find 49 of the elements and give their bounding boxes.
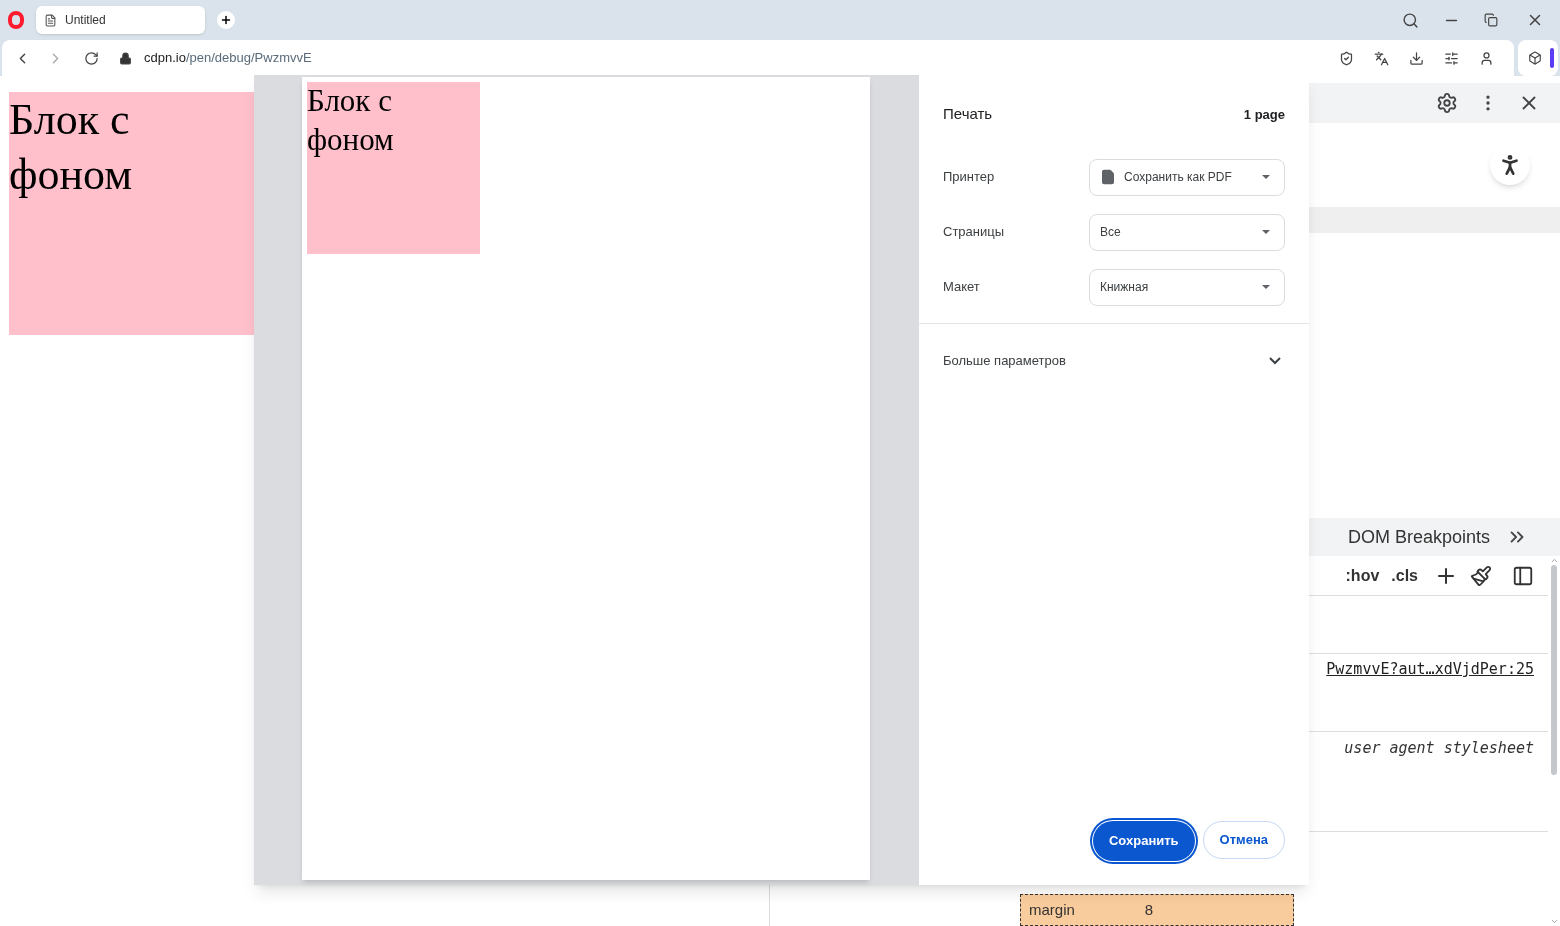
restore-icon[interactable]	[1484, 13, 1498, 27]
dialog-title: Печать	[943, 104, 993, 124]
select-field[interactable]: Сохранить как PDF	[1089, 158, 1285, 196]
style-toggle[interactable]: .cls	[1391, 563, 1418, 588]
search-icon[interactable]	[1402, 11, 1419, 29]
new-tab-button[interactable]	[217, 11, 235, 29]
chevron-down-icon	[1269, 356, 1281, 365]
select-field[interactable]: Все	[1089, 213, 1285, 251]
sidebar-indicator	[1550, 48, 1554, 68]
document-icon	[1100, 169, 1116, 185]
url-text[interactable]: cdpn.io/pen/debug/PwzmvvE	[144, 48, 312, 68]
sidebar-toggle-icon[interactable]	[1512, 564, 1534, 587]
tab-title: Untitled	[65, 12, 106, 29]
translate-icon[interactable]	[1374, 50, 1389, 66]
block-text: Блок с фоном	[307, 83, 394, 157]
shield-icon[interactable]	[1339, 50, 1354, 66]
field-label: Макет	[943, 278, 981, 297]
reload-icon[interactable]	[84, 50, 99, 66]
profile-icon[interactable]	[1479, 50, 1494, 66]
stylesheet-origin: user agent stylesheet	[1344, 738, 1534, 759]
select-value: Сохранить как PDF	[1124, 169, 1233, 186]
dropdown-caret-icon	[1262, 285, 1270, 289]
lock-icon	[119, 51, 132, 65]
block-text: Блок с фоном	[9, 95, 133, 199]
dropdown-caret-icon	[1262, 230, 1270, 234]
paint-icon[interactable]	[1470, 564, 1492, 587]
settings-icon[interactable]	[1444, 50, 1459, 66]
source-link[interactable]: PwzmvvE?aut…xdVjdPer:25	[1326, 658, 1534, 731]
browser-tab[interactable]: Untitled	[36, 6, 205, 34]
select-field[interactable]: Книжная	[1089, 268, 1285, 306]
devtools-tab[interactable]: DOM Breakpoints	[1347, 523, 1490, 551]
download-icon[interactable]	[1409, 50, 1424, 66]
plus-icon	[220, 14, 232, 26]
box-value: 8	[1144, 899, 1154, 920]
page-count: 1 page	[1243, 105, 1285, 124]
page-icon	[44, 13, 57, 27]
more-settings-toggle[interactable]: Больше параметров	[919, 323, 1309, 398]
field-label: Страницы	[943, 223, 1006, 242]
box-label: margin	[1029, 899, 1075, 920]
accessibility-button[interactable]	[1490, 145, 1530, 185]
save-button[interactable]: Сохранить	[1092, 821, 1195, 861]
select-value: Все	[1100, 224, 1122, 241]
field-label: Принтер	[943, 168, 996, 187]
style-toggle[interactable]: :hov	[1345, 563, 1380, 588]
select-value: Книжная	[1100, 279, 1150, 296]
settings-icon[interactable]	[1436, 92, 1458, 114]
dropdown-caret-icon	[1262, 175, 1270, 179]
browser-logo-icon[interactable]	[8, 11, 24, 29]
cube-icon[interactable]	[1528, 51, 1542, 65]
